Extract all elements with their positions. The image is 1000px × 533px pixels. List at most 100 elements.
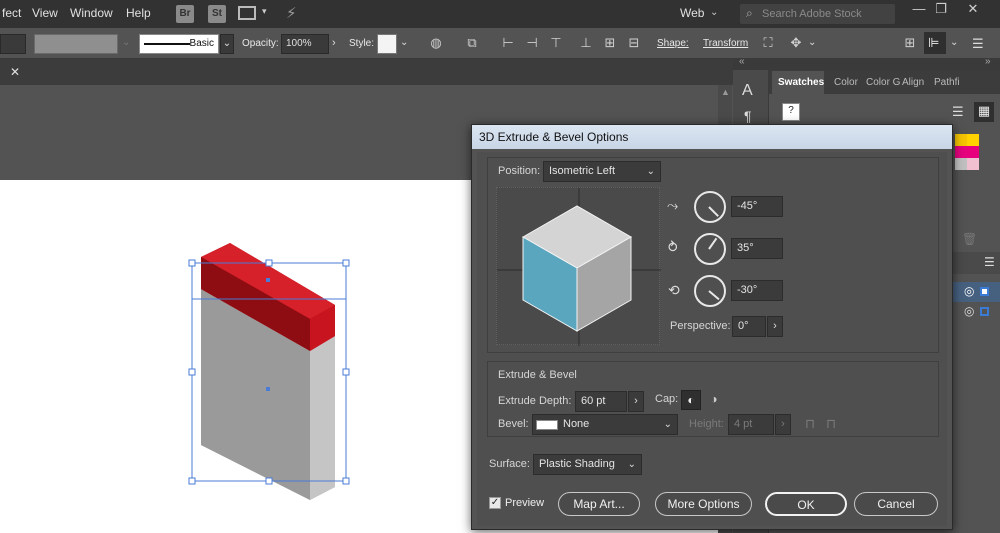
chevron-down-icon[interactable]: ⌄ <box>950 37 958 48</box>
tab-pathfinder[interactable]: Pathfi <box>934 77 960 88</box>
collapse-panels-icon[interactable]: « <box>739 56 745 67</box>
menu-help[interactable]: Help <box>126 6 151 20</box>
menu-window[interactable]: Window <box>70 6 113 20</box>
list-view-icon[interactable]: ☰ <box>952 104 964 120</box>
character-icon[interactable]: A <box>742 82 753 100</box>
expand-panels-icon[interactable]: » <box>985 56 991 67</box>
arrange-documents-icon[interactable] <box>238 6 256 20</box>
bevel-select[interactable]: None ⌄ <box>532 414 678 435</box>
align-middle-vertical-icon[interactable]: ⊞ <box>602 35 618 51</box>
handle-bottom-center[interactable] <box>265 477 273 485</box>
graphic-style-swatch[interactable] <box>377 34 397 54</box>
stock-icon[interactable]: St <box>208 5 226 23</box>
handle-top-right[interactable] <box>342 259 350 267</box>
rotate-y-input[interactable]: 35° <box>731 238 783 259</box>
chevron-down-icon[interactable]: ⌄ <box>220 34 234 54</box>
handle-bottom-left[interactable] <box>188 477 196 485</box>
chevron-right-icon[interactable]: › <box>332 37 336 49</box>
hamburger-menu-icon[interactable]: ☰ <box>984 255 995 269</box>
cap-on-button[interactable]: ◐ <box>681 390 701 410</box>
swatch-pattern[interactable] <box>955 158 967 170</box>
appearance-row[interactable]: ◎ <box>946 302 1000 322</box>
dialog-title[interactable]: 3D Extrude & Bevel Options <box>472 125 952 149</box>
opacity-input[interactable]: 100% <box>281 34 329 54</box>
handle-top-center[interactable] <box>265 259 273 267</box>
gpu-performance-icon[interactable]: ⚡ <box>286 4 297 22</box>
handle-top-left[interactable] <box>188 259 196 267</box>
rotate-x-dial[interactable] <box>694 191 726 223</box>
target-icon[interactable]: ◎ <box>964 304 974 318</box>
align-bottom-icon[interactable]: ⊟ <box>626 35 642 51</box>
handle-middle-left[interactable] <box>188 368 196 376</box>
fill-dropdown[interactable] <box>0 34 26 54</box>
swatch-yellow[interactable] <box>955 134 967 146</box>
isolate-icon[interactable]: ⛶ <box>760 35 776 51</box>
arrange-icon[interactable]: ⊞ <box>902 35 918 51</box>
menu-effect[interactable]: fect <box>2 6 21 20</box>
tab-color-guide[interactable]: Color G <box>866 77 900 88</box>
align-top-icon[interactable]: ⊥ <box>578 35 594 51</box>
cancel-button[interactable]: Cancel <box>854 492 938 516</box>
extrude-depth-slider-button[interactable]: › <box>628 391 644 412</box>
rotation-cube[interactable] <box>497 188 661 346</box>
restore-button[interactable]: ❐ <box>926 0 956 20</box>
none-swatch[interactable]: ? <box>782 103 800 121</box>
transform-panel-icon[interactable]: ⧉ <box>464 35 480 51</box>
handle-bottom-right[interactable] <box>342 477 350 485</box>
chevron-down-icon[interactable]: ⌄ <box>710 7 718 18</box>
puppet-warp-icon[interactable]: ✥ <box>788 35 804 51</box>
position-select[interactable]: Isometric Left ⌄ <box>543 161 661 182</box>
grid-view-icon[interactable]: ▦ <box>974 102 994 122</box>
ok-button[interactable]: OK <box>765 492 847 516</box>
perspective-slider-button[interactable]: › <box>767 316 783 337</box>
height-input[interactable]: 4 pt <box>728 414 774 435</box>
align-right-icon[interactable]: ⊤ <box>548 35 564 51</box>
chevron-down-icon[interactable]: ⌄ <box>122 37 130 48</box>
cap-off-button[interactable]: ◑ <box>704 390 724 410</box>
chevron-down-icon[interactable]: ⌄ <box>808 37 816 48</box>
workspace-switcher[interactable]: Web <box>680 6 704 20</box>
track-cube-area[interactable] <box>496 187 661 346</box>
perspective-input[interactable]: 0° <box>732 316 766 337</box>
transform-link[interactable]: Transform <box>703 38 748 49</box>
tab-color[interactable]: Color <box>834 77 858 88</box>
swatch-pink[interactable] <box>967 158 979 170</box>
bevel-extent-in-icon[interactable]: ⊓ <box>805 416 815 432</box>
swatch-yellow-2[interactable] <box>967 134 979 146</box>
recolor-artwork-icon[interactable]: ◍ <box>428 35 444 51</box>
swatch-magenta[interactable] <box>955 146 979 158</box>
tab-swatches[interactable]: Swatches <box>778 77 824 88</box>
stroke-weight-field[interactable] <box>34 34 118 54</box>
close-tab-icon[interactable]: ✕ <box>10 65 20 79</box>
preview-checkbox[interactable]: ✓ <box>489 497 501 509</box>
rotate-z-dial[interactable] <box>694 275 726 307</box>
rotate-x-input[interactable]: -45° <box>731 196 783 217</box>
bevel-extent-out-icon[interactable]: ⊓ <box>826 416 836 432</box>
appearance-row-selected[interactable]: ◎ <box>946 282 1000 302</box>
target-icon[interactable]: ◎ <box>964 284 974 298</box>
bridge-icon[interactable]: Br <box>176 5 194 23</box>
chevron-down-icon[interactable]: ▾ <box>262 6 267 17</box>
menu-view[interactable]: View <box>32 6 58 20</box>
hamburger-menu-icon[interactable]: ☰ <box>972 36 984 52</box>
panel-menu-button[interactable]: ⊫ <box>924 32 946 54</box>
scroll-up-icon[interactable]: ▲ <box>721 87 730 97</box>
close-window-button[interactable]: ✕ <box>958 0 988 20</box>
extruded-object[interactable] <box>180 235 360 510</box>
handle-middle-right[interactable] <box>342 368 350 376</box>
extrude-depth-input[interactable]: 60 pt <box>575 391 627 412</box>
rotate-z-input[interactable]: -30° <box>731 280 783 301</box>
surface-select[interactable]: Plastic Shading ⌄ <box>533 454 642 475</box>
trash-icon[interactable]: 🗑 <box>962 232 977 246</box>
height-slider-button[interactable]: › <box>775 414 791 435</box>
align-left-icon[interactable]: ⊢ <box>500 35 516 51</box>
map-art-button[interactable]: Map Art... <box>558 492 640 516</box>
shape-label[interactable]: Shape: <box>657 38 689 49</box>
chevron-down-icon[interactable]: ⌄ <box>400 37 408 48</box>
tab-align[interactable]: Align <box>902 77 924 88</box>
stock-search-input[interactable]: Search Adobe Stock <box>740 4 895 24</box>
preview-label[interactable]: Preview <box>505 497 544 509</box>
align-center-horizontal-icon[interactable]: ⊣ <box>524 35 540 51</box>
more-options-button[interactable]: More Options <box>655 492 752 516</box>
rotate-y-dial[interactable] <box>694 233 726 265</box>
